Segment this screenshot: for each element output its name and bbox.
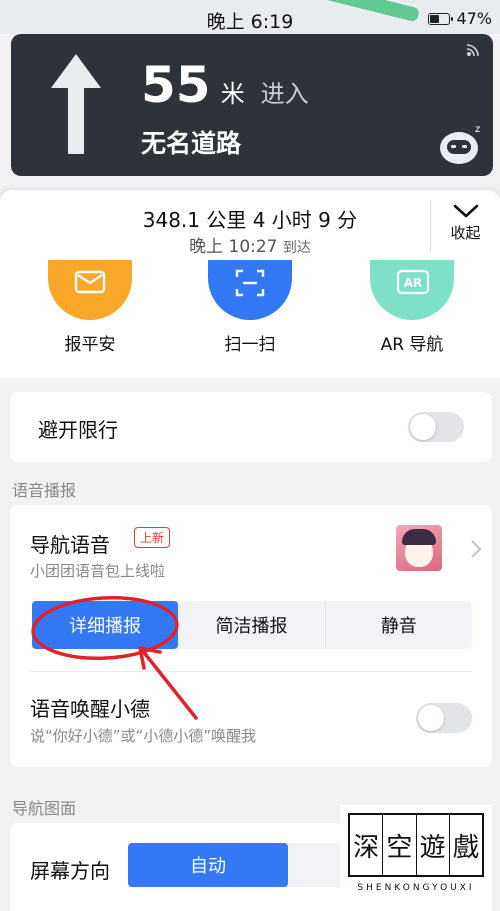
map-section-header: 导航图面 xyxy=(12,799,77,818)
watermark-seal: 深 空 遊 戲 xyxy=(348,813,484,877)
watermark-logo: 深 空 遊 戲 SHENKONGYOUXI xyxy=(340,805,492,905)
watermark-char: 空 xyxy=(383,815,417,875)
arrival-time: 晚上 10:27 xyxy=(189,237,278,257)
collapse-button[interactable]: 收起 xyxy=(430,200,500,252)
watermark-latin: SHENKONGYOUXI xyxy=(357,883,475,893)
envelope-icon xyxy=(48,260,132,320)
mode-mute[interactable]: 静音 xyxy=(326,601,472,649)
mode-detailed[interactable]: 详细播报 xyxy=(32,601,179,649)
svg-text:z: z xyxy=(475,124,480,135)
avoid-restriction-label: 避开限行 xyxy=(38,418,118,442)
distance-value: 55 xyxy=(141,56,211,114)
mode-concise[interactable]: 简洁播报 xyxy=(178,601,326,649)
status-bar: 晚上 6:19 47% xyxy=(0,0,500,34)
quick-actions: 报平安 扫一扫 AR AR 导航 xyxy=(0,260,500,378)
trip-distance-duration: 348.1 公里 4 小时 9 分 xyxy=(142,208,358,232)
trip-summary-bar: 348.1 公里 4 小时 9 分 晚上 10:27 到达 收起 xyxy=(0,190,500,260)
maneuver-action: 进入 xyxy=(260,80,309,108)
voice-assistant-icon[interactable]: z xyxy=(439,122,485,166)
straight-arrow-icon xyxy=(51,54,101,154)
orientation-title: 屏幕方向 xyxy=(30,859,110,883)
voice-pack-avatar[interactable] xyxy=(396,525,442,571)
battery-indicator: 47% xyxy=(428,9,492,28)
nav-voice-subtitle: 小团团语音包上线啦 xyxy=(30,562,166,580)
watermark-char: 深 xyxy=(350,815,384,875)
voice-settings-card: 导航语音 上新 小团团语音包上线啦 详细播报 简洁播报 静音 语音唤醒小德 说“… xyxy=(10,505,492,767)
battery-icon xyxy=(428,12,454,25)
status-time: 晚上 6:19 xyxy=(206,11,294,33)
scan-label: 扫一扫 xyxy=(224,335,276,355)
safe-report-label: 报平安 xyxy=(64,335,116,355)
new-badge: 上新 xyxy=(134,527,171,548)
orientation-auto[interactable]: 自动 xyxy=(128,843,288,887)
arrival-suffix: 到达 xyxy=(282,240,311,256)
ar-icon: AR xyxy=(370,260,454,320)
broadcast-mode-selector: 详细播报 简洁播报 静音 xyxy=(32,601,472,649)
distance-row: 55 米 进入 xyxy=(141,56,309,114)
ar-navigation-button[interactable]: AR AR 导航 xyxy=(352,260,472,355)
svg-text:AR: AR xyxy=(404,276,423,290)
divider xyxy=(30,671,472,672)
distance-unit: 米 xyxy=(220,80,245,108)
scan-button[interactable]: 扫一扫 xyxy=(190,260,310,355)
nav-voice-title: 导航语音 xyxy=(30,533,110,557)
turn-guidance-card: 55 米 进入 无名道路 z xyxy=(11,34,493,176)
road-name: 无名道路 xyxy=(141,129,242,158)
wake-title: 语音唤醒小德 xyxy=(30,697,150,721)
watermark-char: 戲 xyxy=(452,832,479,863)
watermark-char: 遊 xyxy=(417,815,450,875)
wake-subtitle: 说“你好小德”或“小德小德”唤醒我 xyxy=(30,727,257,745)
ar-navigation-label: AR 导航 xyxy=(380,335,444,355)
signal-icon xyxy=(466,44,479,57)
safe-report-button[interactable]: 报平安 xyxy=(30,260,150,355)
trip-arrival: 晚上 10:27 到达 xyxy=(0,232,500,257)
battery-percent: 47% xyxy=(456,9,492,28)
voice-section-header: 语音播报 xyxy=(12,481,77,500)
avoid-restriction-row: 避开限行 xyxy=(10,392,492,462)
collapse-label: 收起 xyxy=(450,224,481,242)
chevron-right-icon[interactable] xyxy=(470,539,482,559)
wake-toggle[interactable] xyxy=(416,703,472,733)
scan-icon xyxy=(208,260,292,320)
chevron-down-icon xyxy=(453,204,478,218)
avoid-restriction-toggle[interactable] xyxy=(408,412,464,442)
